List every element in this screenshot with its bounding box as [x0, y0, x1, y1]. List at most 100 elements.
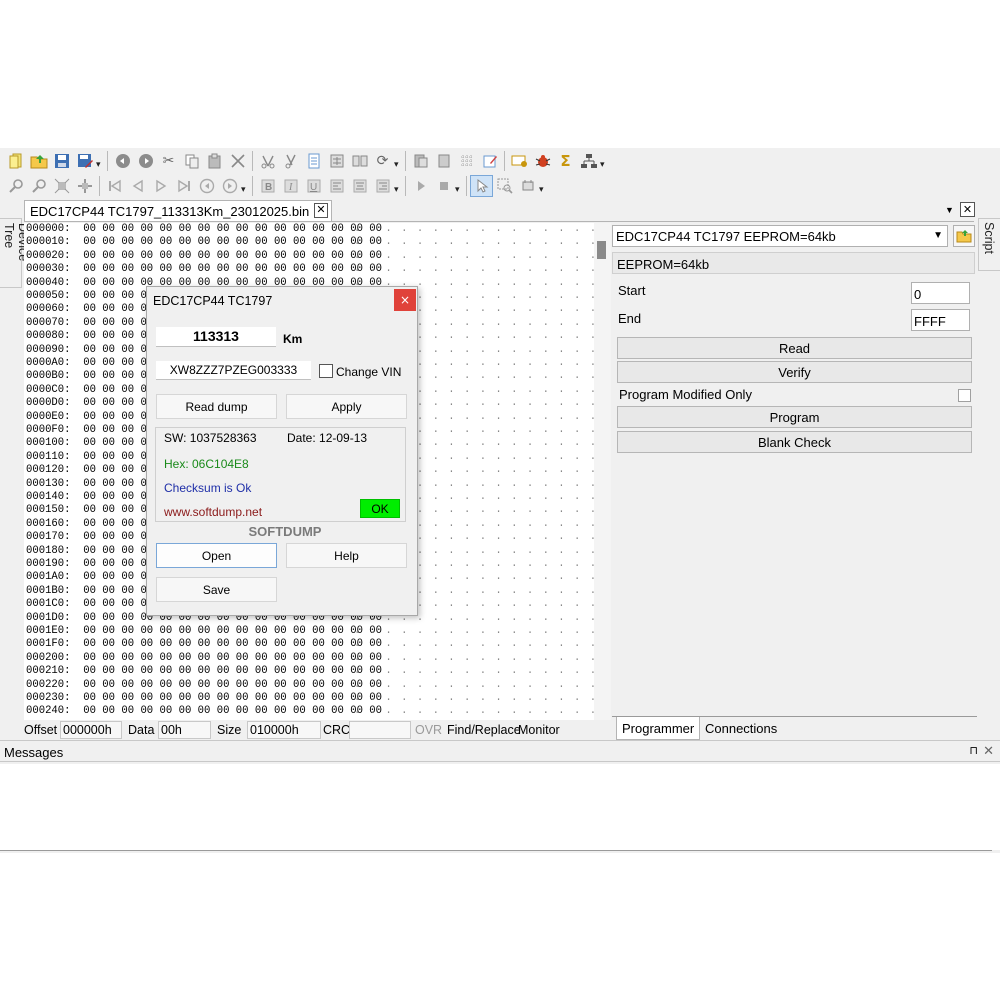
- pointer-icon[interactable]: [470, 174, 493, 197]
- open-device-icon[interactable]: [953, 225, 975, 247]
- hex-row[interactable]: 000200: 00 00 00 00 00 00 00 00 00 00 00…: [26, 652, 382, 665]
- paste-icon[interactable]: [203, 150, 226, 172]
- hex-row-ascii[interactable]: . . . . . . . . . . . . . . . .: [354, 652, 594, 665]
- device-combo[interactable]: EDC17CP44 TC1797 EEPROM=64kb ▼: [612, 225, 948, 247]
- back-circle-icon[interactable]: [195, 175, 218, 197]
- hex-row-bytes[interactable]: 00 00 00 00 00 00 00 00 00 00 00 00 00 0…: [71, 705, 382, 717]
- hex-row-bytes[interactable]: 00 00 00 00 00 00 00 00 00 00 00 00 00 0…: [71, 652, 382, 664]
- hex-row-ascii[interactable]: . . . . . . . . . . . . . . . .: [354, 665, 594, 678]
- close-tab-icon[interactable]: ✕: [314, 203, 328, 218]
- start-input[interactable]: 0: [911, 282, 970, 304]
- hex-row[interactable]: 000030: 00 00 00 00 00 00 00 00 00 00 00…: [26, 263, 382, 276]
- move-icon[interactable]: [73, 175, 96, 197]
- italic-icon[interactable]: I: [279, 175, 302, 197]
- hex-row-ascii[interactable]: . . . . . . . . . . . . . . . .: [354, 692, 594, 705]
- refresh-icon[interactable]: ⟳: [371, 150, 394, 172]
- apply-button[interactable]: Apply: [286, 394, 407, 419]
- crop-icon[interactable]: [516, 175, 539, 197]
- program-button[interactable]: Program: [617, 406, 972, 428]
- chevron-down-icon[interactable]: ▾: [600, 152, 608, 170]
- hex-row[interactable]: 000240: 00 00 00 00 00 00 00 00 00 00 00…: [26, 705, 382, 718]
- hex-row[interactable]: 000000: 00 00 00 00 00 00 00 00 00 00 00…: [26, 223, 382, 236]
- scrollbar-thumb[interactable]: [597, 241, 606, 259]
- page-icon[interactable]: [302, 150, 325, 172]
- chevron-down-icon[interactable]: ▾: [394, 152, 402, 170]
- hex-vertical-scrollbar[interactable]: [594, 223, 611, 720]
- calculator-icon[interactable]: [325, 150, 348, 172]
- read-dump-button[interactable]: Read dump: [156, 394, 277, 419]
- chevron-down-icon[interactable]: ▾: [394, 177, 402, 195]
- hex-row-ascii[interactable]: . . . . . . . . . . . . . . . .: [354, 705, 594, 718]
- redo-icon[interactable]: [134, 150, 157, 172]
- prev-icon[interactable]: [126, 175, 149, 197]
- last-icon[interactable]: [172, 175, 195, 197]
- align-center-icon[interactable]: [348, 175, 371, 197]
- tab-list-chevron-icon[interactable]: ▼: [945, 205, 954, 215]
- stop-icon[interactable]: [432, 175, 455, 197]
- save-as-icon[interactable]: [73, 150, 96, 172]
- website-link[interactable]: www.softdump.net: [164, 505, 262, 519]
- open-folder-icon[interactable]: [27, 150, 50, 172]
- help-button[interactable]: Help: [286, 543, 407, 568]
- new-file-icon[interactable]: [4, 150, 27, 172]
- zoom-in-icon[interactable]: [4, 175, 27, 197]
- script-tab[interactable]: Script: [978, 218, 1000, 271]
- hex-row-ascii[interactable]: . . . . . . . . . . . . . . . .: [354, 263, 594, 276]
- monitor-tab[interactable]: Monitor: [518, 723, 560, 737]
- copy-icon[interactable]: [180, 150, 203, 172]
- open-button[interactable]: Open: [156, 543, 277, 568]
- align-left-icon[interactable]: [325, 175, 348, 197]
- compare-icon[interactable]: [348, 150, 371, 172]
- hex-row-bytes[interactable]: 00 00 00 00 00 00 00 00 00 00 00 00 00 0…: [71, 665, 382, 677]
- fit-icon[interactable]: [50, 175, 73, 197]
- hex-row-ascii[interactable]: . . . . . . . . . . . . . . . .: [354, 638, 594, 651]
- hex-row[interactable]: 000220: 00 00 00 00 00 00 00 00 00 00 00…: [26, 679, 382, 692]
- document-tab[interactable]: EDC17CP44 TC1797_113313Km_23012025.bin ✕: [24, 200, 332, 222]
- tools-icon[interactable]: [508, 150, 531, 172]
- hex-row-bytes[interactable]: 00 00 00 00 00 00 00 00 00 00 00 00 00 0…: [71, 679, 382, 691]
- change-vin-checkbox[interactable]: [319, 364, 333, 378]
- tab-programmer[interactable]: Programmer: [616, 717, 701, 740]
- change-vin-label[interactable]: Change VIN: [336, 365, 401, 379]
- hex-row-bytes[interactable]: 00 00 00 00 00 00 00 00 00 00 00 00 00 0…: [71, 250, 382, 262]
- hex-row-bytes[interactable]: 00 00 00 00 00 00 00 00 00 00 00 00 00 0…: [71, 625, 382, 637]
- hex-row-bytes[interactable]: 00 00 00 00 00 00 00 00 00 00 00 00 00 0…: [71, 223, 382, 235]
- chevron-down-icon[interactable]: ▾: [96, 152, 104, 170]
- hex-row-ascii[interactable]: . . . . . . . . . . . . . . . .: [354, 236, 594, 249]
- undo-icon[interactable]: [111, 150, 134, 172]
- program-modified-only-checkbox[interactable]: [958, 389, 971, 402]
- align-right-icon[interactable]: [371, 175, 394, 197]
- close-document-icon[interactable]: ✕: [960, 202, 975, 217]
- hex-row[interactable]: 0001E0: 00 00 00 00 00 00 00 00 00 00 00…: [26, 625, 382, 638]
- play-icon[interactable]: [409, 175, 432, 197]
- hex-row[interactable]: 000010: 00 00 00 00 00 00 00 00 00 00 00…: [26, 236, 382, 249]
- hex-row[interactable]: 000230: 00 00 00 00 00 00 00 00 00 00 00…: [26, 692, 382, 705]
- grid-icon[interactable]: [455, 150, 478, 172]
- forward-circle-icon[interactable]: [218, 175, 241, 197]
- chevron-down-icon[interactable]: ▾: [539, 177, 547, 195]
- device-tree-tab[interactable]: Device Tree: [0, 218, 30, 288]
- copy-block-icon[interactable]: [409, 150, 432, 172]
- chevron-down-icon[interactable]: ▾: [455, 177, 463, 195]
- find-replace-icon[interactable]: [279, 150, 302, 172]
- cut-icon[interactable]: ✂: [157, 150, 180, 172]
- hex-row-bytes[interactable]: 00 00 00 00 00 00 00 00 00 00 00 00 00 0…: [71, 236, 382, 248]
- hex-row-bytes[interactable]: 00 00 00 00 00 00 00 00 00 00 00 00 00 0…: [71, 638, 382, 650]
- paste-block-icon[interactable]: [432, 150, 455, 172]
- zoom-select-icon[interactable]: [493, 175, 516, 197]
- tab-connections[interactable]: Connections: [700, 717, 782, 740]
- hex-row-bytes[interactable]: 00 00 00 00 00 00 00 00 00 00 00 00 00 0…: [71, 692, 382, 704]
- hex-row-ascii[interactable]: . . . . . . . . . . . . . . . .: [354, 250, 594, 263]
- dialog-close-button[interactable]: ×: [394, 289, 416, 311]
- save-button[interactable]: Save: [156, 577, 277, 602]
- first-icon[interactable]: [103, 175, 126, 197]
- chevron-down-icon[interactable]: ▾: [241, 177, 249, 195]
- find-replace-tab[interactable]: Find/Replace: [447, 723, 525, 737]
- blank-check-button[interactable]: Blank Check: [617, 431, 972, 453]
- bold-icon[interactable]: B: [256, 175, 279, 197]
- verify-button[interactable]: Verify: [617, 361, 972, 383]
- pin-icon[interactable]: ⊓: [969, 744, 978, 757]
- vin-input[interactable]: XW8ZZZ7PZEG003333: [156, 361, 311, 380]
- delete-icon[interactable]: [226, 150, 249, 172]
- read-button[interactable]: Read: [617, 337, 972, 359]
